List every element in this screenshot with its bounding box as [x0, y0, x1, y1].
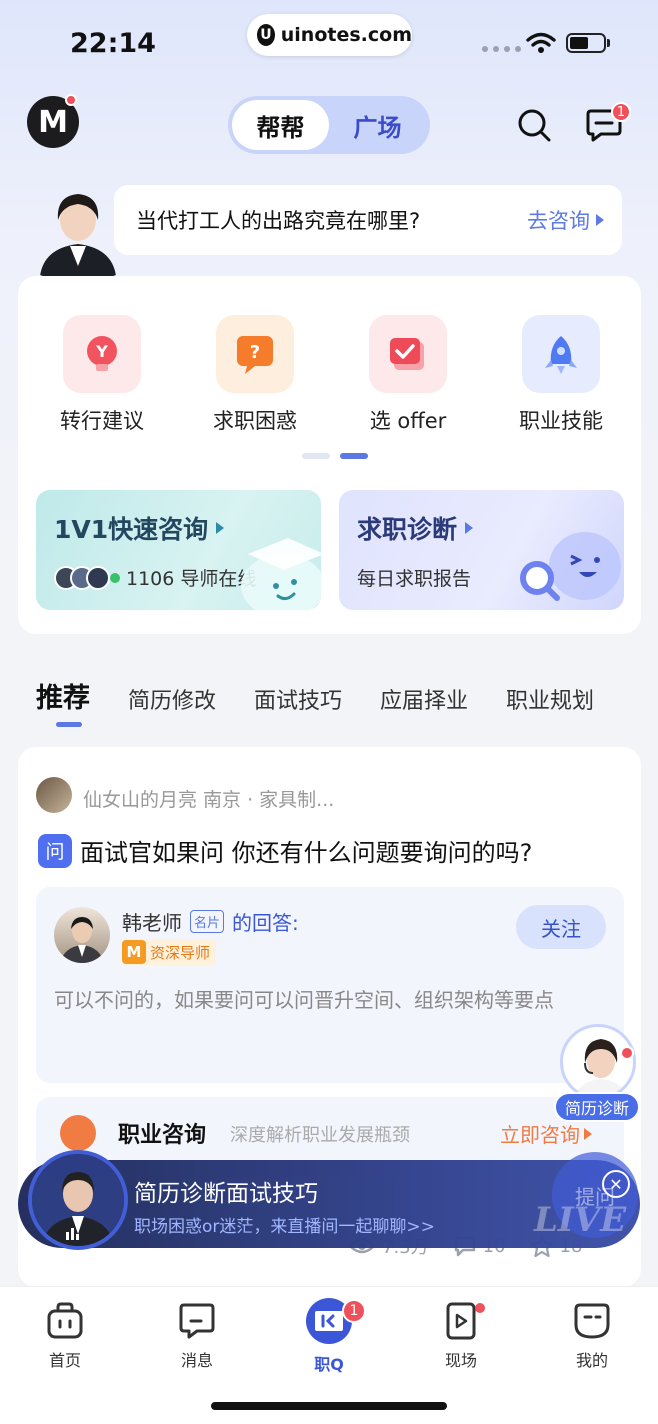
category-pager [302, 453, 368, 459]
consult-icon [60, 1115, 96, 1151]
question-title: 面试官如果问 你还有什么问题要询问的吗? [80, 839, 533, 867]
status-time: 22:14 [70, 28, 156, 59]
arrow-right-icon [216, 522, 225, 534]
tab-recommend[interactable]: 推荐 [36, 676, 90, 715]
follow-button[interactable]: 关注 [516, 905, 606, 949]
teacher-name[interactable]: 韩老师 [122, 907, 182, 936]
tab-graduate[interactable]: 应届择业 [380, 683, 468, 715]
category-card: Y 转行建议 ? 求职困惑 选 offer 职业技能 1V1快速咨询 1106 … [18, 276, 641, 634]
url-pill[interactable]: U uinotes.com [247, 14, 412, 56]
nav-home[interactable]: 首页 [25, 1301, 105, 1371]
segment-guangchang[interactable]: 广场 [329, 100, 426, 150]
tab-resume[interactable]: 简历修改 [128, 683, 216, 715]
svg-text:?: ? [250, 342, 260, 363]
nav-messages[interactable]: 消息 [157, 1301, 237, 1371]
nav-live[interactable]: 现场 [421, 1301, 501, 1371]
notification-dot [620, 1046, 634, 1060]
mentor-avatars [54, 565, 110, 590]
category-career-change[interactable]: Y 转行建议 [42, 315, 162, 435]
tab-interview[interactable]: 面试技巧 [254, 683, 342, 715]
arrow-right-icon [584, 1127, 592, 1140]
banner-consult-link[interactable]: 去咨询 [527, 205, 604, 235]
answer-card[interactable]: 韩老师 名片 的回答: M 资深导师 关注 可以不问的，如果要问可以问晋升空间、… [36, 887, 624, 1083]
category-job-confusion[interactable]: ? 求职困惑 [195, 315, 315, 435]
category-choose-offer[interactable]: 选 offer [348, 315, 468, 435]
advisor-avatar [560, 1024, 636, 1100]
live-subtitle[interactable]: 职场困惑or迷茫，来直播间一起聊聊>> [134, 1212, 435, 1237]
tab-indicator [56, 722, 82, 727]
notification-dot [65, 94, 77, 106]
battery-icon [566, 33, 606, 53]
url-logo-icon: U [257, 24, 275, 46]
mentor-m-icon: M [122, 940, 146, 964]
url-text: uinotes.com [280, 24, 412, 46]
senior-mentor-badge: M 资深导师 [122, 939, 217, 965]
signal-icon [482, 46, 521, 52]
segment-bangbang[interactable]: 帮帮 [232, 100, 329, 150]
question-row[interactable]: 问 面试官如果问 你还有什么问题要询问的吗? [38, 833, 532, 868]
home-indicator [211, 1402, 447, 1410]
name-card-tag[interactable]: 名片 [190, 910, 225, 933]
segment-switch[interactable]: 帮帮 广场 [228, 96, 430, 154]
check-icon [369, 315, 447, 393]
feed-tabs: 推荐 简历修改 面试技巧 应届择业 职业规划 [36, 676, 594, 715]
question-icon: ? [216, 315, 294, 393]
live-watermark: LIVE [534, 1200, 627, 1240]
message-icon [179, 1303, 215, 1339]
consult-banner[interactable]: 当代打工人的出路究竟在哪里? 去咨询 [114, 185, 622, 255]
answer-text: 可以不问的，如果要问可以问晋升空间、组织架构等要点 [54, 988, 554, 1012]
banner-question: 当代打工人的出路究竟在哪里? [136, 209, 421, 233]
profile-face-icon [574, 1303, 610, 1339]
category-career-skills[interactable]: 职业技能 [501, 315, 621, 435]
resume-diagnosis-tag: 简历诊断 [554, 1092, 640, 1122]
promo-job-diagnosis[interactable]: 求职诊断 每日求职报告 [339, 490, 624, 610]
arrow-right-icon [465, 522, 474, 534]
author-avatar[interactable] [36, 777, 72, 813]
floating-advisor-button[interactable]: 简历诊断 [554, 1024, 640, 1124]
home-bag-icon [47, 1302, 83, 1339]
question-tag-icon: 问 [38, 833, 72, 868]
notification-dot [475, 1303, 485, 1313]
tab-career-plan[interactable]: 职业规划 [506, 683, 594, 715]
promo-quick-consult[interactable]: 1V1快速咨询 1106 导师在线 [36, 490, 321, 610]
nav-badge: 1 [342, 1299, 366, 1323]
lightbulb-icon: Y [63, 315, 141, 393]
message-badge: 1 [611, 102, 631, 122]
grad-cap-mascot-icon [241, 538, 321, 610]
arrow-right-icon [596, 214, 604, 226]
host-avatar[interactable] [28, 1150, 128, 1250]
wifi-icon [526, 32, 556, 53]
nav-zhiq[interactable]: 1 职Q [289, 1298, 369, 1375]
nav-me[interactable]: 我的 [552, 1301, 632, 1371]
live-title: 简历诊断面试技巧 [134, 1181, 318, 1207]
teacher-avatar[interactable] [54, 907, 110, 963]
svg-text:Y: Y [95, 342, 108, 361]
author-info[interactable]: 仙女山的月亮 南京 · 家具制... [83, 785, 334, 812]
online-dot [110, 572, 120, 583]
search-icon[interactable] [516, 107, 552, 143]
advisor-avatar [36, 186, 120, 276]
close-icon[interactable]: ✕ [602, 1170, 630, 1198]
answer-label: 的回答: [232, 911, 299, 935]
rocket-icon [522, 315, 600, 393]
live-stream-bar[interactable]: 提问 LIVE 简历诊断面试技巧 职场困惑or迷茫，来直播间一起聊聊>> ✕ [18, 1150, 640, 1250]
diagnosis-mascot-icon [520, 532, 621, 601]
